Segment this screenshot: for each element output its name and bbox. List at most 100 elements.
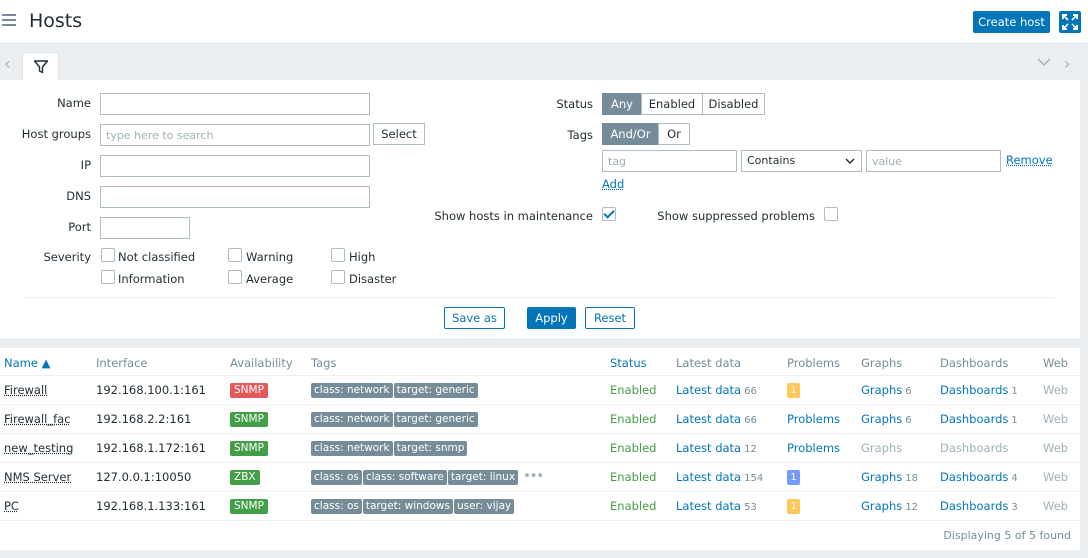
tag-badge[interactable]: target: snmp [393,441,468,456]
latest-data-link[interactable]: Latest data [676,441,741,455]
tag-badge[interactable]: class: network [311,383,393,398]
host-groups-input[interactable] [100,124,370,146]
tag-badge[interactable]: class: software [362,470,447,485]
severity-checkbox-high[interactable] [331,248,345,262]
select-host-groups-button[interactable]: Select [373,123,425,145]
reset-button[interactable]: Reset [585,307,635,329]
host-name-link[interactable]: Firewall [4,383,47,397]
status-label: Status [556,97,593,111]
dashboards-link[interactable]: Dashboards [940,470,1008,484]
table-row: Firewall_fac 192.168.2.2:161 SNMP class:… [0,404,1080,433]
graphs-cell: Graphs 18 [861,470,918,484]
column-header-web: Web [1043,356,1069,370]
tag-condition-select[interactable]: Contains [741,150,862,172]
more-tags-icon[interactable]: ••• [523,469,544,484]
availability-badge[interactable]: ZBX [230,470,260,485]
host-status[interactable]: Enabled [610,499,656,513]
show-maintenance-checkbox[interactable] [602,207,616,221]
latest-data-link[interactable]: Latest data [676,499,741,513]
host-status[interactable]: Enabled [610,383,656,397]
problems-badge[interactable]: 1 [787,499,800,514]
severity-checkbox-average[interactable] [228,270,242,284]
fullscreen-button[interactable] [1059,11,1081,33]
ip-input[interactable] [100,155,370,177]
apply-button[interactable]: Apply [527,307,576,329]
tag-badge[interactable]: target: linux [447,470,519,485]
host-status[interactable]: Enabled [610,441,656,455]
graphs-cell: Graphs 6 [861,383,912,397]
tag-badge[interactable]: class: network [311,412,393,427]
chevron-down-icon[interactable] [1036,54,1052,70]
graphs-link[interactable]: Graphs [861,499,902,513]
host-interface: 192.168.100.1:161 [96,383,206,397]
status-enabled-button[interactable]: Enabled [641,93,703,115]
tag-input[interactable] [602,150,737,172]
ip-label: IP [80,158,91,172]
chevron-right-icon[interactable]: › [1064,54,1070,73]
availability-badge[interactable]: SNMP [230,383,268,398]
latest-data-link[interactable]: Latest data [676,412,741,426]
column-header-status[interactable]: Status [610,356,647,370]
severity-checkbox-disaster[interactable] [331,270,345,284]
filter-tab[interactable] [22,52,59,80]
host-status[interactable]: Enabled [610,470,656,484]
table-row: PC 192.168.1.133:161 SNMP class: os targe… [0,491,1080,520]
severity-label-disaster: Disaster [349,272,397,286]
graphs-link[interactable]: Graphs [861,470,902,484]
host-status[interactable]: Enabled [610,412,656,426]
severity-checkbox-warning[interactable] [228,248,242,262]
severity-label-high: High [349,250,376,264]
tag-badge[interactable]: target: generic [393,383,478,398]
host-interface: 192.168.2.2:161 [96,412,192,426]
host-name-link[interactable]: Firewall_fac [4,412,71,426]
latest-data-count: 12 [744,444,757,455]
menu-icon[interactable] [2,14,16,26]
show-suppressed-checkbox[interactable] [824,207,838,221]
host-name-link[interactable]: NMS Server [4,470,71,484]
host-name-link[interactable]: PC [4,499,19,513]
port-input[interactable] [100,217,190,239]
table-row: Firewall 192.168.100.1:161 SNMP class: n… [0,375,1080,404]
column-header-name[interactable]: Name ▲ [4,356,50,370]
tag-badge[interactable]: target: windows [362,499,453,514]
problems-link[interactable]: Problems [787,441,840,455]
problems-link[interactable]: Problems [787,412,840,426]
problems-badge[interactable]: 1 [787,383,800,398]
status-any-button[interactable]: Any [602,93,642,115]
tags-or-button[interactable]: Or [658,123,690,145]
dns-input[interactable] [100,186,370,208]
chevron-left-icon[interactable]: ‹ [4,54,10,73]
latest-data-link[interactable]: Latest data [676,383,741,397]
severity-checkbox-not-classified[interactable] [101,248,115,262]
tag-badge[interactable]: user: vijay [453,499,515,514]
problems-badge[interactable]: 1 [787,470,800,485]
fullscreen-icon [1062,14,1078,30]
dashboards-link[interactable]: Dashboards [940,412,1008,426]
host-name-link[interactable]: new_testing [4,441,73,455]
availability-badge[interactable]: SNMP [230,499,268,514]
latest-data-link[interactable]: Latest data [676,470,741,484]
remove-tag-link[interactable]: Remove [1006,153,1053,167]
dashboards-link[interactable]: Dashboards [940,383,1008,397]
column-header-interface: Interface [96,356,148,370]
tag-badge[interactable]: class: os [311,499,362,514]
status-disabled-button[interactable]: Disabled [702,93,765,115]
tags-and-or-button[interactable]: And/Or [602,123,659,145]
tag-value-input[interactable] [866,150,1001,172]
tag-badge[interactable]: class: os [311,470,362,485]
name-input[interactable] [100,93,370,115]
graphs-count: 6 [905,386,912,397]
tag-badge[interactable]: class: network [311,441,393,456]
availability-badge[interactable]: SNMP [230,412,268,427]
add-tag-link[interactable]: Add [602,177,624,191]
dashboards-link[interactable]: Dashboards [940,499,1008,513]
graphs-link[interactable]: Graphs [861,412,902,426]
severity-checkbox-information[interactable] [101,270,115,284]
tag-badge[interactable]: target: generic [393,412,478,427]
availability-badge[interactable]: SNMP [230,441,268,456]
graphs-link[interactable]: Graphs [861,383,902,397]
tags-label: Tags [567,128,593,142]
save-as-button[interactable]: Save as [444,307,505,329]
create-host-button[interactable]: Create host [973,11,1050,33]
column-header-availability: Availability [230,356,293,370]
